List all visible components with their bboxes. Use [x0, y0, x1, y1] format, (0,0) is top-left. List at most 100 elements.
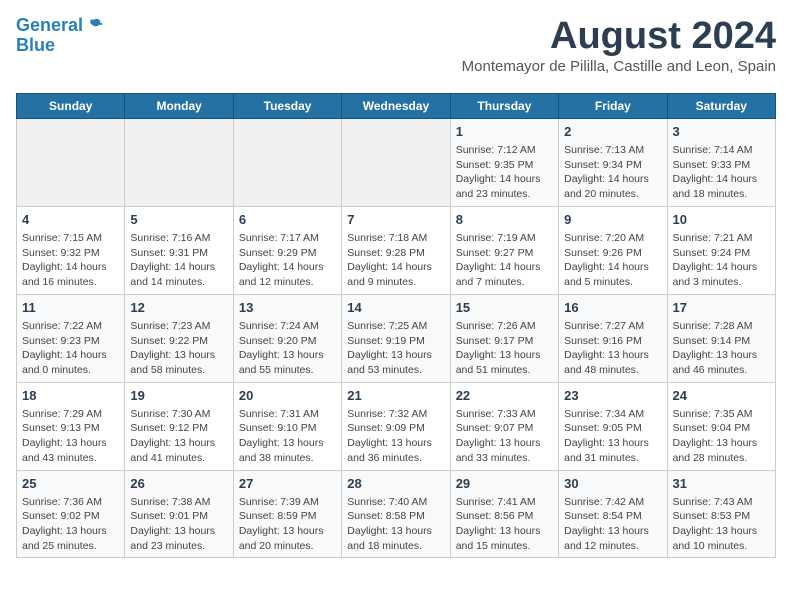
calendar-day-cell: 30Sunrise: 7:42 AMSunset: 8:54 PMDayligh… — [559, 470, 667, 558]
page-title: August 2024 — [462, 16, 776, 58]
day-number: 31 — [673, 475, 770, 493]
calendar-day-cell: 19Sunrise: 7:30 AMSunset: 9:12 PMDayligh… — [125, 382, 233, 470]
calendar-day-header: Sunday — [17, 93, 125, 118]
day-number: 10 — [673, 211, 770, 229]
day-number: 3 — [673, 123, 770, 141]
day-number: 21 — [347, 387, 444, 405]
calendar-day-header: Tuesday — [233, 93, 341, 118]
title-block: August 2024 Montemayor de Pililla, Casti… — [462, 16, 776, 85]
day-number: 12 — [130, 299, 227, 317]
day-info: Sunrise: 7:20 AMSunset: 9:26 PMDaylight:… — [564, 231, 661, 290]
page-subtitle: Montemayor de Pililla, Castille and Leon… — [462, 58, 776, 75]
logo-blue: Blue — [16, 36, 103, 54]
calendar-day-cell: 31 Sunrise: 7:43 AMSunset: 8:53 PMDayligh… — [667, 470, 775, 558]
calendar-day-cell — [342, 118, 450, 206]
calendar-day-cell: 23Sunrise: 7:34 AMSunset: 9:05 PMDayligh… — [559, 382, 667, 470]
logo-bird-icon — [85, 17, 103, 35]
calendar-day-cell: 25 Sunrise: 7:36 AMSunset: 9:02 PMDayligh… — [17, 470, 125, 558]
calendar-week-row: 1Sunrise: 7:12 AMSunset: 9:35 PMDaylight… — [17, 118, 776, 206]
calendar-table: SundayMondayTuesdayWednesdayThursdayFrid… — [16, 93, 776, 559]
calendar-day-cell: 11Sunrise: 7:22 AMSunset: 9:23 PMDayligh… — [17, 294, 125, 382]
page-header: General Blue August 2024 Montemayor de P… — [16, 16, 776, 85]
day-number: 7 — [347, 211, 444, 229]
calendar-day-header: Wednesday — [342, 93, 450, 118]
calendar-day-cell: 18 Sunrise: 7:29 AMSunset: 9:13 PMDayligh… — [17, 382, 125, 470]
calendar-day-cell: 20Sunrise: 7:31 AMSunset: 9:10 PMDayligh… — [233, 382, 341, 470]
day-info: Sunrise: 7:29 AMSunset: 9:13 PMDaylight:… — [22, 407, 119, 466]
logo-text: General — [16, 16, 83, 36]
day-number: 18 — [22, 387, 119, 405]
calendar-day-cell: 9 Sunrise: 7:20 AMSunset: 9:26 PMDaylight… — [559, 206, 667, 294]
day-number: 11 — [22, 299, 119, 317]
day-info: Sunrise: 7:14 AMSunset: 9:33 PMDaylight:… — [673, 143, 770, 202]
day-number: 20 — [239, 387, 336, 405]
day-info: Sunrise: 7:16 AMSunset: 9:31 PMDaylight:… — [130, 231, 227, 290]
day-number: 26 — [130, 475, 227, 493]
day-number: 1 — [456, 123, 553, 141]
day-number: 2 — [564, 123, 661, 141]
calendar-day-header: Monday — [125, 93, 233, 118]
day-number: 13 — [239, 299, 336, 317]
calendar-day-cell: 21 Sunrise: 7:32 AMSunset: 9:09 PMDayligh… — [342, 382, 450, 470]
day-number: 16 — [564, 299, 661, 317]
day-number: 6 — [239, 211, 336, 229]
day-info: Sunrise: 7:33 AMSunset: 9:07 PMDaylight:… — [456, 407, 553, 466]
calendar-day-cell: 4 Sunrise: 7:15 AMSunset: 9:32 PMDaylight… — [17, 206, 125, 294]
day-number: 30 — [564, 475, 661, 493]
calendar-day-cell: 3 Sunrise: 7:14 AMSunset: 9:33 PMDaylight… — [667, 118, 775, 206]
day-number: 9 — [564, 211, 661, 229]
calendar-day-cell: 26 Sunrise: 7:38 AMSunset: 9:01 PMDayligh… — [125, 470, 233, 558]
calendar-day-cell: 7Sunrise: 7:18 AMSunset: 9:28 PMDaylight… — [342, 206, 450, 294]
day-number: 17 — [673, 299, 770, 317]
calendar-day-cell — [125, 118, 233, 206]
calendar-week-row: 11Sunrise: 7:22 AMSunset: 9:23 PMDayligh… — [17, 294, 776, 382]
day-info: Sunrise: 7:15 AMSunset: 9:32 PMDaylight:… — [22, 231, 119, 290]
day-info: Sunrise: 7:35 AMSunset: 9:04 PMDaylight:… — [673, 407, 770, 466]
day-number: 8 — [456, 211, 553, 229]
calendar-day-cell: 13 Sunrise: 7:24 AMSunset: 9:20 PMDayligh… — [233, 294, 341, 382]
calendar-day-cell: 15 Sunrise: 7:26 AMSunset: 9:17 PMDayligh… — [450, 294, 558, 382]
calendar-day-cell: 27 Sunrise: 7:39 AMSunset: 8:59 PMDayligh… — [233, 470, 341, 558]
calendar-day-cell: 6 Sunrise: 7:17 AMSunset: 9:29 PMDaylight… — [233, 206, 341, 294]
day-number: 22 — [456, 387, 553, 405]
day-number: 27 — [239, 475, 336, 493]
day-info: Sunrise: 7:19 AMSunset: 9:27 PMDaylight:… — [456, 231, 553, 290]
calendar-day-cell: 16Sunrise: 7:27 AMSunset: 9:16 PMDayligh… — [559, 294, 667, 382]
day-number: 5 — [130, 211, 227, 229]
day-number: 23 — [564, 387, 661, 405]
calendar-day-cell: 1Sunrise: 7:12 AMSunset: 9:35 PMDaylight… — [450, 118, 558, 206]
calendar-day-cell: 8 Sunrise: 7:19 AMSunset: 9:27 PMDaylight… — [450, 206, 558, 294]
day-info: Sunrise: 7:32 AMSunset: 9:09 PMDaylight:… — [347, 407, 444, 466]
day-number: 15 — [456, 299, 553, 317]
day-info: Sunrise: 7:39 AMSunset: 8:59 PMDaylight:… — [239, 495, 336, 554]
calendar-day-cell: 2 Sunrise: 7:13 AMSunset: 9:34 PMDaylight… — [559, 118, 667, 206]
calendar-day-cell: 14Sunrise: 7:25 AMSunset: 9:19 PMDayligh… — [342, 294, 450, 382]
day-number: 19 — [130, 387, 227, 405]
day-info: Sunrise: 7:43 AMSunset: 8:53 PMDaylight:… — [673, 495, 770, 554]
calendar-day-cell: 29 Sunrise: 7:41 AMSunset: 8:56 PMDayligh… — [450, 470, 558, 558]
calendar-day-cell — [233, 118, 341, 206]
calendar-day-header: Saturday — [667, 93, 775, 118]
day-number: 29 — [456, 475, 553, 493]
calendar-day-header: Friday — [559, 93, 667, 118]
day-info: Sunrise: 7:26 AMSunset: 9:17 PMDaylight:… — [456, 319, 553, 378]
day-info: Sunrise: 7:38 AMSunset: 9:01 PMDaylight:… — [130, 495, 227, 554]
day-number: 24 — [673, 387, 770, 405]
day-info: Sunrise: 7:24 AMSunset: 9:20 PMDaylight:… — [239, 319, 336, 378]
day-number: 28 — [347, 475, 444, 493]
day-number: 25 — [22, 475, 119, 493]
calendar-day-header: Thursday — [450, 93, 558, 118]
day-info: Sunrise: 7:40 AMSunset: 8:58 PMDaylight:… — [347, 495, 444, 554]
calendar-day-cell: 28 Sunrise: 7:40 AMSunset: 8:58 PMDayligh… — [342, 470, 450, 558]
calendar-week-row: 4 Sunrise: 7:15 AMSunset: 9:32 PMDaylight… — [17, 206, 776, 294]
calendar-day-cell: 22 Sunrise: 7:33 AMSunset: 9:07 PMDayligh… — [450, 382, 558, 470]
day-number: 14 — [347, 299, 444, 317]
calendar-header-row: SundayMondayTuesdayWednesdayThursdayFrid… — [17, 93, 776, 118]
day-info: Sunrise: 7:17 AMSunset: 9:29 PMDaylight:… — [239, 231, 336, 290]
calendar-day-cell: 12Sunrise: 7:23 AMSunset: 9:22 PMDayligh… — [125, 294, 233, 382]
day-number: 4 — [22, 211, 119, 229]
day-info: Sunrise: 7:36 AMSunset: 9:02 PMDaylight:… — [22, 495, 119, 554]
day-info: Sunrise: 7:13 AMSunset: 9:34 PMDaylight:… — [564, 143, 661, 202]
day-info: Sunrise: 7:41 AMSunset: 8:56 PMDaylight:… — [456, 495, 553, 554]
logo: General Blue — [16, 16, 103, 54]
